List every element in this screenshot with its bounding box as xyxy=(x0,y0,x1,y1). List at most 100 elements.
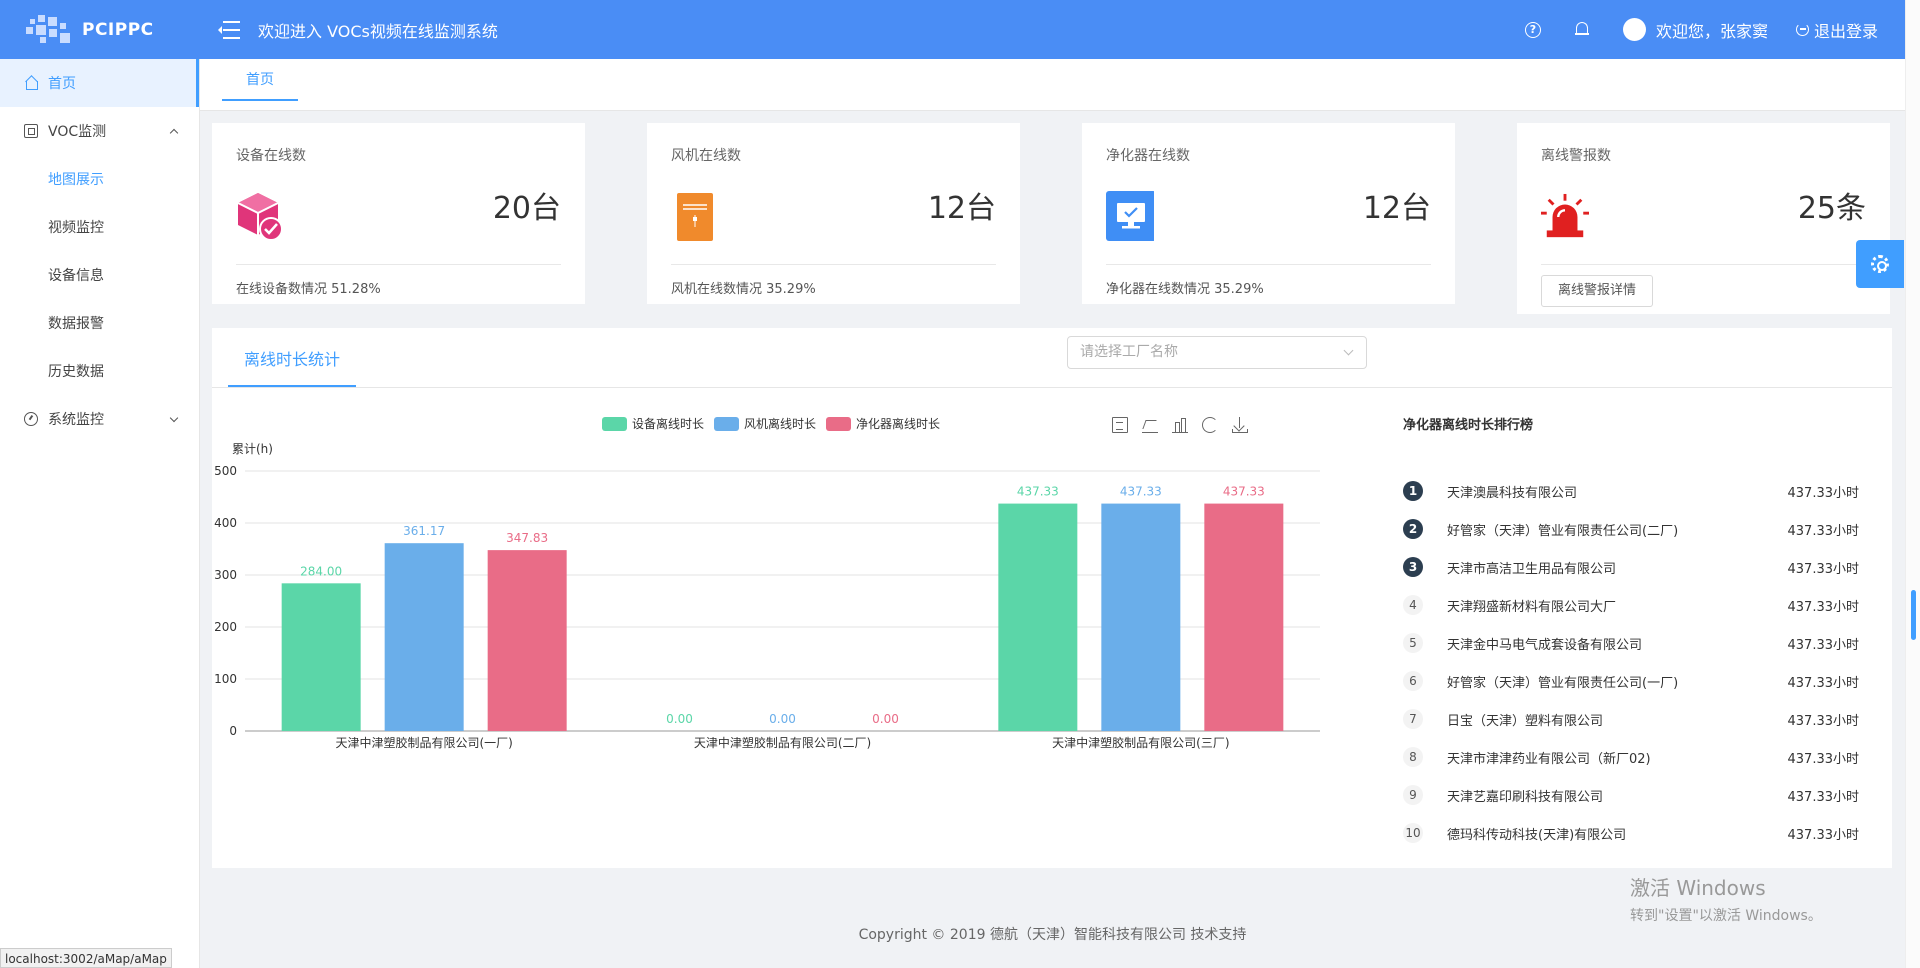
sidebar-item-label: 首页 xyxy=(48,76,76,92)
card-value: 12台 xyxy=(927,191,996,226)
offline-alarm-detail-button[interactable]: 离线警报详情 xyxy=(1541,275,1654,307)
bar-0 xyxy=(281,583,361,731)
rank-duration: 437.33小时 xyxy=(1787,713,1860,729)
menu-fold-icon[interactable] xyxy=(218,20,240,39)
bar-value-label: 361.17 xyxy=(403,524,445,538)
bar-value-label: 437.33 xyxy=(1120,485,1162,499)
legend-item-purifier[interactable]: 净化器离线时长 xyxy=(826,415,940,432)
rank-number: 3 xyxy=(1403,557,1423,577)
ranking-row: 5 天津金中马电气成套设备有限公司 437.33小时 xyxy=(1403,624,1859,662)
sidebar: 首页 VOC监测 地图展示 视频监控 设备信息 数据报警 历史数据 系统监控 xyxy=(0,59,200,968)
watermark-line2: 转到"设置"以激活 Windows。 xyxy=(1630,908,1822,924)
avatar[interactable] xyxy=(1622,18,1646,41)
chart-legend: 设备离线时长 风机离线时长 净化器离线时长 xyxy=(602,415,950,432)
legend-label: 净化器离线时长 xyxy=(856,417,941,431)
sidebar-group-system[interactable]: 系统监控 xyxy=(0,395,199,443)
download-icon[interactable] xyxy=(1232,417,1248,433)
card-purifier-online: 净化器在线数 12台 净化器在线数情况 35.29% xyxy=(1082,123,1455,304)
sidebar-item-data-alarm[interactable]: 数据报警 xyxy=(0,299,199,347)
y-axis-label: 累计(h) xyxy=(232,442,273,456)
sidebar-item-map[interactable]: 地图展示 xyxy=(0,155,199,203)
divider xyxy=(1541,264,1866,265)
logo-mark-icon xyxy=(24,14,74,45)
card-foot: 在线设备数情况 51.28% xyxy=(236,282,381,297)
sidebar-item-video[interactable]: 视频监控 xyxy=(0,203,199,251)
refresh-icon[interactable] xyxy=(1202,417,1218,433)
legend-swatch xyxy=(826,416,852,431)
rank-number: 8 xyxy=(1403,747,1423,767)
sidebar-item-history[interactable]: 历史数据 xyxy=(0,347,199,395)
settings-button[interactable] xyxy=(1856,240,1904,288)
divider xyxy=(212,387,1892,388)
rank-number: 6 xyxy=(1403,671,1423,691)
rank-duration: 437.33小时 xyxy=(1787,561,1860,577)
data-view-icon[interactable] xyxy=(1112,417,1128,433)
logout-icon xyxy=(1795,23,1809,36)
tab-offline-duration[interactable]: 离线时长统计 xyxy=(228,328,356,387)
rank-duration: 437.33小时 xyxy=(1787,751,1860,767)
legend-swatch xyxy=(714,416,740,431)
line-chart-icon[interactable] xyxy=(1142,417,1158,434)
rank-company-name: 天津澳晨科技有限公司 xyxy=(1447,485,1578,501)
rank-number: 4 xyxy=(1403,595,1423,615)
rank-company-name: 天津翔盛新材料有限公司大厂 xyxy=(1447,599,1617,615)
help-icon[interactable]: ? xyxy=(1524,21,1541,38)
ranking-row: 6 好管家（天津）管业有限责任公司(一厂) 437.33小时 xyxy=(1403,662,1859,700)
scrollbar-thumb[interactable] xyxy=(1911,590,1916,640)
sidebar-group-voc[interactable]: VOC监测 xyxy=(0,107,199,155)
cube-check-icon xyxy=(237,193,283,241)
rank-number: 1 xyxy=(1403,481,1423,501)
status-bar-url: localhost:3002/aMap/aMap xyxy=(0,948,172,968)
chevron-down-icon xyxy=(1343,345,1354,356)
ranking-row: 8 天津市津津药业有限公司（新厂02) 437.33小时 xyxy=(1403,738,1859,776)
factory-select[interactable]: 请选择工厂名称 xyxy=(1067,336,1367,369)
y-tick-label: 0 xyxy=(229,724,237,738)
monitor-icon xyxy=(24,124,38,138)
welcome-text: 欢迎您，张家窦 xyxy=(1655,21,1768,41)
bar-chart-icon[interactable] xyxy=(1172,417,1188,433)
watermark-line1: 激活 Windows xyxy=(1630,876,1766,900)
ranking-row: 4 天津翔盛新材料有限公司大厂 437.33小时 xyxy=(1403,586,1859,624)
logo[interactable]: PCIPPC xyxy=(0,0,200,59)
rank-company-name: 德玛科传动科技(天津)有限公司 xyxy=(1447,827,1627,843)
bar-value-label: 437.33 xyxy=(1223,485,1265,499)
sidebar-item-home[interactable]: 首页 xyxy=(0,59,199,107)
bell-icon[interactable] xyxy=(1574,22,1589,37)
fan-cabinet-icon xyxy=(677,193,713,241)
card-title: 设备在线数 xyxy=(236,148,306,164)
ranking-row: 7 日宝（天津）塑料有限公司 437.33小时 xyxy=(1403,700,1859,738)
factory-select-placeholder: 请选择工厂名称 xyxy=(1080,344,1178,360)
sidebar-group-label: 系统监控 xyxy=(48,412,104,428)
rank-company-name: 好管家（天津）管业有限责任公司(一厂) xyxy=(1447,675,1679,691)
card-title: 风机在线数 xyxy=(671,148,741,164)
logo-text: PCIPPC xyxy=(82,19,154,40)
y-tick-label: 400 xyxy=(214,516,237,530)
bar-0 xyxy=(998,503,1078,731)
legend-item-device[interactable]: 设备离线时长 xyxy=(602,415,704,432)
page-scrollbar[interactable] xyxy=(1905,0,1920,968)
rank-company-name: 天津市高洁卫生用品有限公司 xyxy=(1447,561,1617,577)
bar-value-label: 347.83 xyxy=(506,531,548,545)
card-fan-online: 风机在线数 12台 风机在线数情况 35.29% xyxy=(647,123,1020,304)
legend-item-fan[interactable]: 风机离线时长 xyxy=(714,415,816,432)
bar-value-label: 0.00 xyxy=(769,712,796,726)
card-device-online: 设备在线数 20台 在线设备数情况 51.28% xyxy=(212,123,585,304)
rank-duration: 437.33小时 xyxy=(1787,599,1860,615)
rank-number: 2 xyxy=(1403,519,1423,539)
gauge-icon xyxy=(24,412,38,426)
ranking-row: 10 德玛科传动科技(天津)有限公司 437.33小时 xyxy=(1403,814,1859,852)
bar-1 xyxy=(384,543,464,731)
x-tick-label: 天津中津塑胶制品有限公司(三厂) xyxy=(1052,735,1229,750)
chart-toolbox xyxy=(1112,417,1262,434)
legend-swatch xyxy=(602,416,627,431)
tab-home[interactable]: 首页 xyxy=(222,59,298,101)
ranking-row: 3 天津市高洁卫生用品有限公司 437.33小时 xyxy=(1403,548,1859,586)
bar-value-label: 437.33 xyxy=(1017,485,1059,499)
rank-company-name: 好管家（天津）管业有限责任公司(二厂) xyxy=(1447,523,1679,539)
gear-icon xyxy=(1871,255,1889,273)
logout-button[interactable]: 退出登录 xyxy=(1795,18,1878,42)
offline-duration-bar-chart: 累计(h) 0 100 200 300 400 500 284.00 361.17 347.83 天… xyxy=(214,442,1320,750)
ranking-row: 9 天津艺嘉印刷科技有限公司 437.33小时 xyxy=(1403,776,1859,814)
rank-duration: 437.33小时 xyxy=(1787,827,1860,843)
sidebar-item-device-info[interactable]: 设备信息 xyxy=(0,251,199,299)
